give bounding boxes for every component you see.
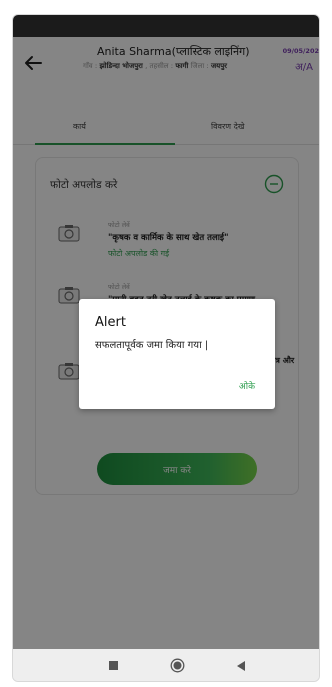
circle-icon[interactable] <box>170 658 185 673</box>
alert-message: सफलतापूर्वक जमा किया गया | <box>95 340 209 351</box>
system-nav-bar <box>13 649 319 681</box>
phone-frame: Anita Sharma(प्लास्टिक लाइनिंग) गाँव : झ… <box>12 14 320 682</box>
status-bar <box>13 15 319 37</box>
square-icon[interactable] <box>109 661 118 670</box>
alert-title: Alert <box>95 315 126 330</box>
alert-dialog: Alert सफलतापूर्वक जमा किया गया | ओके <box>79 299 275 409</box>
app-screen: Anita Sharma(प्लास्टिक लाइनिंग) गाँव : झ… <box>13 37 319 649</box>
ok-button[interactable]: ओके <box>239 379 255 392</box>
triangle-back-icon[interactable] <box>235 660 247 672</box>
